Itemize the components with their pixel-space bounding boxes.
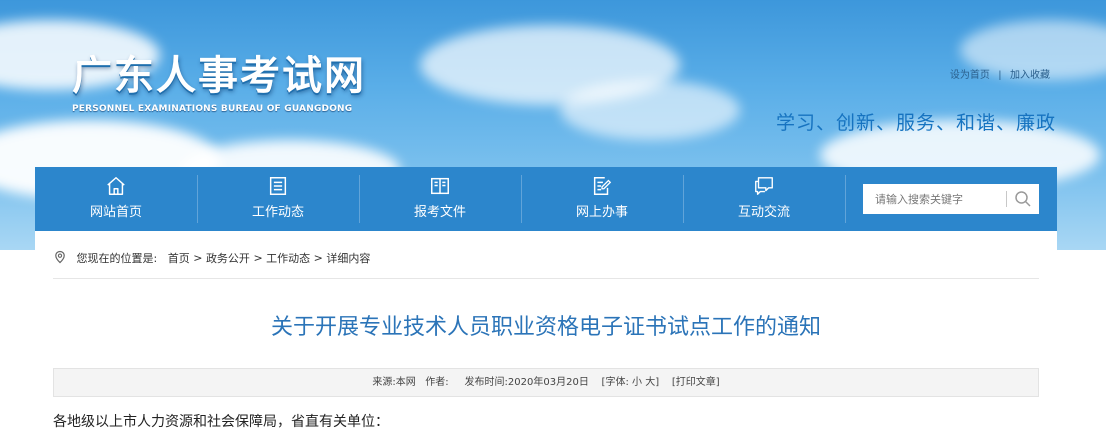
nav-divider	[845, 175, 846, 223]
news-list-icon	[269, 177, 287, 195]
article-greeting: 各地级以上市人力资源和社会保障局，省直有关单位：	[53, 414, 389, 430]
top-links-separator: |	[998, 70, 1002, 81]
breadcrumb-separator: >	[313, 251, 323, 265]
meta-date: 2020年03月20日	[507, 377, 589, 388]
meta-source: 本网	[395, 377, 416, 388]
site-logo[interactable]: 广东人事考试网 PERSONNEL EXAMINATIONS BUREAU OF…	[72, 52, 366, 114]
home-icon	[107, 177, 125, 195]
nav-item-online-services[interactable]: 网上办事	[521, 167, 683, 231]
article-meta-bar: 来源:本网 作者: 发布时间:2020年03月20日 [字体: 小 大] [打印…	[53, 368, 1039, 397]
nav-item-label: 工作动态	[251, 205, 304, 220]
nav-item-label: 互动交流	[737, 205, 790, 220]
breadcrumb-work-news[interactable]: 工作动态	[266, 252, 310, 265]
top-links: 设为首页 | 加入收藏	[950, 66, 1050, 81]
site-slogan: 学习、创新、服务、和谐、廉政	[775, 112, 1056, 134]
nav-item-interaction[interactable]: 互动交流	[683, 167, 845, 231]
chat-bubbles-icon	[755, 177, 773, 195]
logo-chinese-text: 广东人事考试网	[72, 53, 366, 99]
add-favorite-link[interactable]: 加入收藏	[1010, 66, 1050, 81]
article-title: 关于开展专业技术人员职业资格电子证书试点工作的通知	[270, 315, 821, 340]
breadcrumb-separator: >	[253, 251, 263, 265]
print-article-button[interactable]: [打印文章]	[672, 377, 720, 388]
breadcrumb-home[interactable]: 首页	[168, 252, 190, 265]
breadcrumb-gov-affairs[interactable]: 政务公开	[206, 252, 250, 265]
font-large-button[interactable]: 大]	[645, 377, 659, 388]
nav-item-home[interactable]: 网站首页	[35, 167, 197, 231]
nav-item-work-news[interactable]: 工作动态	[197, 167, 359, 231]
breadcrumb-divider	[53, 278, 1039, 279]
cloud-decoration	[560, 80, 740, 140]
meta-author-label: 作者:	[425, 377, 449, 388]
main-nav: 网站首页 工作动态 报考文件 网上办事 互动交流	[35, 167, 1057, 231]
breadcrumb-current: 详细内容	[326, 252, 371, 265]
font-small-button[interactable]: 小	[632, 377, 642, 388]
content-panel: 您现在的位置是: 首页 > 政务公开 > 工作动态 > 详细内容 关于开展专业技…	[35, 231, 1057, 436]
search-divider	[1006, 191, 1007, 207]
set-home-link[interactable]: 设为首页	[950, 66, 990, 81]
meta-font-label: [字体:	[601, 377, 629, 388]
nav-item-label: 网上办事	[575, 205, 628, 220]
nav-item-label: 网站首页	[89, 205, 142, 220]
edit-form-icon	[593, 177, 612, 195]
search-input[interactable]	[863, 184, 1003, 214]
breadcrumb-separator: >	[193, 251, 203, 265]
location-pin-icon	[55, 250, 65, 264]
nav-item-exam-documents[interactable]: 报考文件	[359, 167, 521, 231]
search-box	[863, 184, 1039, 214]
breadcrumb-prefix: 您现在的位置是:	[76, 252, 158, 265]
nav-item-label: 报考文件	[413, 205, 466, 220]
open-book-icon	[431, 177, 449, 195]
search-icon[interactable]	[1013, 189, 1033, 209]
logo-english-text: PERSONNEL EXAMINATIONS BUREAU OF GUANGDO…	[72, 104, 353, 114]
breadcrumb: 您现在的位置是: 首页 > 政务公开 > 工作动态 > 详细内容	[53, 250, 370, 266]
meta-source-label: 来源:	[372, 377, 396, 388]
meta-date-label: 发布时间:	[464, 377, 508, 388]
